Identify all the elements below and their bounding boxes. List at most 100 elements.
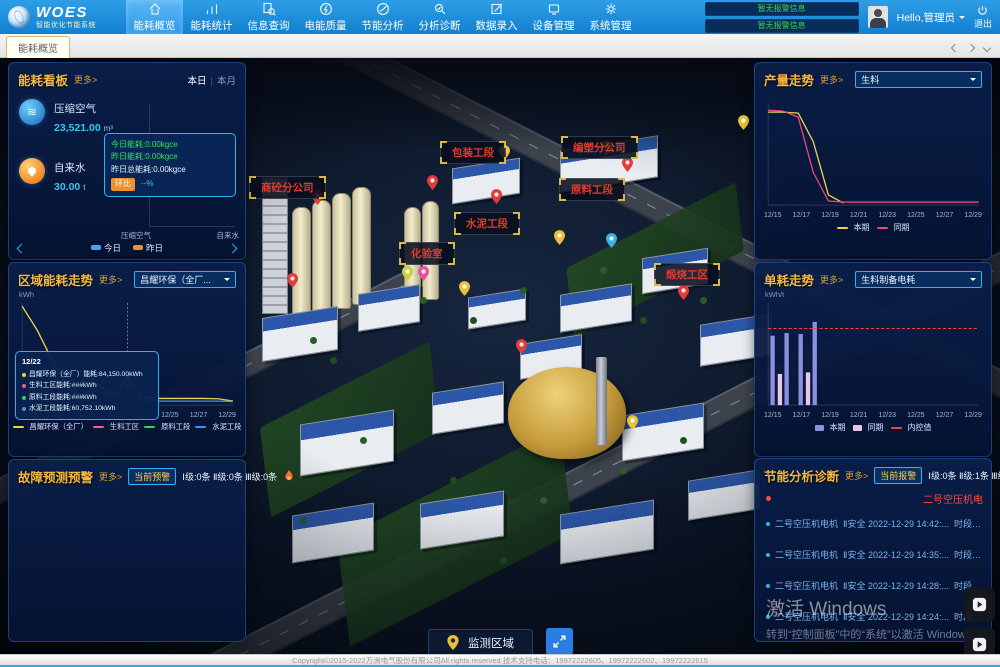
more-link[interactable]: 更多> bbox=[845, 469, 868, 482]
panel-title: 故障预测预警 bbox=[18, 467, 93, 486]
map-label[interactable]: 水泥工段 bbox=[454, 212, 520, 235]
map-pin-icon[interactable] bbox=[427, 175, 438, 195]
axis-tick: 12/19 bbox=[821, 212, 839, 219]
tooltip-yesterday: 昨日能耗:0.00kgce bbox=[111, 151, 229, 163]
legend-item[interactable]: 同期 bbox=[853, 422, 884, 433]
region-select-value: 昌耀环保（全厂... bbox=[140, 273, 211, 286]
legend-item[interactable]: 本期 bbox=[837, 222, 870, 233]
map-pin-icon[interactable] bbox=[287, 273, 298, 293]
more-link[interactable]: 更多> bbox=[99, 273, 122, 286]
tooltip-line: 水泥工段能耗:60,752.10kWh bbox=[29, 403, 116, 415]
nav-item-6[interactable]: 分析诊断 bbox=[411, 0, 468, 34]
legend-item[interactable]: 本期 bbox=[815, 422, 846, 433]
map-pin-icon[interactable] bbox=[627, 415, 638, 435]
alarm-info-box[interactable]: 暂无报警信息 bbox=[705, 2, 859, 16]
map-pin-icon[interactable] bbox=[622, 157, 633, 177]
map-pin-icon[interactable] bbox=[554, 230, 565, 250]
alarm-marquee: 二号空压机电 bbox=[766, 491, 983, 506]
panel-title: 单耗走势 bbox=[764, 270, 814, 289]
legend-item[interactable]: 今日 bbox=[91, 242, 121, 254]
alarm-list: 二号空压机电 二号空压机电机Ⅱ安全 2022-12-29 14:42:...时段… bbox=[766, 491, 983, 635]
panel-title: 产量走势 bbox=[764, 70, 814, 89]
user-avatar[interactable] bbox=[868, 6, 888, 28]
flame-icon bbox=[283, 470, 295, 483]
map-label[interactable]: 编塑分公司 bbox=[561, 136, 638, 159]
alarm-row[interactable]: 二号空压机电机Ⅱ安全 2022-12-29 14:35:...时段超限-关... bbox=[766, 548, 983, 561]
map-label-text: 原料工段 bbox=[571, 184, 613, 196]
legend-item[interactable]: 同期 bbox=[877, 222, 910, 233]
floating-tool-button[interactable] bbox=[964, 627, 995, 654]
map-pin-icon[interactable] bbox=[516, 339, 527, 359]
map-label[interactable]: 化验室 bbox=[399, 242, 455, 265]
toggle-month[interactable]: 本月 bbox=[217, 76, 236, 87]
silo bbox=[312, 200, 331, 314]
legend-swatch bbox=[144, 426, 155, 428]
map-label[interactable]: 商砼分公司 bbox=[249, 176, 326, 199]
floating-tool-button[interactable] bbox=[964, 587, 995, 622]
tab-scroll-right-icon[interactable] bbox=[967, 44, 975, 52]
nav-item-3[interactable]: 信息查询 bbox=[240, 0, 297, 34]
alarm-info-box[interactable]: 暂无报警信息 bbox=[705, 19, 859, 33]
legend-label: 今日 bbox=[104, 243, 121, 253]
nav-item-9[interactable]: 系统管理 bbox=[582, 0, 639, 34]
nav-item-2[interactable]: 能耗统计 bbox=[183, 0, 240, 34]
legend-item[interactable]: 内控值 bbox=[891, 422, 932, 433]
alarm-row[interactable]: 二号空压机电机Ⅱ安全 2022-12-29 14:28:...时段超限-关... bbox=[766, 579, 983, 592]
map-pin-icon[interactable] bbox=[606, 233, 617, 253]
compressed-air-icon: ≋ bbox=[19, 99, 45, 125]
bullet-dot-icon bbox=[766, 522, 770, 526]
tab-energy-overview[interactable]: 能耗概览 bbox=[6, 36, 70, 58]
more-link[interactable]: 更多> bbox=[820, 273, 843, 286]
map-label[interactable]: 煅烧工区 bbox=[654, 263, 720, 286]
region-select[interactable]: 昌耀环保（全厂... bbox=[134, 271, 236, 288]
more-link[interactable]: 更多> bbox=[99, 470, 122, 483]
logout-button[interactable]: 退出 bbox=[974, 5, 992, 30]
map-pin-icon[interactable] bbox=[418, 266, 429, 286]
map-label[interactable]: 包装工段 bbox=[440, 141, 506, 164]
building bbox=[420, 490, 504, 549]
toggle-day[interactable]: 本日 bbox=[188, 76, 207, 87]
map-pin-icon[interactable] bbox=[491, 189, 502, 209]
nav-item-7[interactable]: 数据录入 bbox=[468, 0, 525, 34]
alarm-level-counts: Ⅰ级:0条 Ⅱ级:1条 Ⅲ级:0条 bbox=[928, 469, 1000, 482]
map-label[interactable]: 原料工段 bbox=[559, 178, 625, 201]
day-month-toggle[interactable]: 本日|本月 bbox=[188, 73, 237, 87]
nav-icon bbox=[604, 2, 618, 16]
legend-item[interactable]: 原料工段 bbox=[144, 422, 190, 432]
map-label-text: 编塑分公司 bbox=[573, 142, 626, 154]
panel-title: 节能分析诊断 bbox=[764, 466, 839, 485]
tooltip-total: 昨日总能耗:0.00kgce bbox=[111, 164, 229, 176]
nav-item-4[interactable]: 电能质量 bbox=[297, 0, 354, 34]
map-pin-icon[interactable] bbox=[738, 115, 749, 135]
alarm-info-stack: 暂无报警信息 暂无报警信息 bbox=[705, 2, 859, 33]
alarm-meta: Ⅱ安全 2022-12-29 14:24:... bbox=[843, 610, 949, 623]
consumption-select[interactable]: 生料制备电耗 bbox=[855, 271, 982, 288]
map-pin-icon[interactable] bbox=[402, 266, 413, 286]
dome-storage bbox=[508, 367, 626, 459]
map-pin-icon[interactable] bbox=[678, 285, 689, 305]
legend-item[interactable]: 昌耀环保（全厂） bbox=[13, 422, 88, 432]
nav-icon bbox=[262, 2, 276, 16]
series-dot bbox=[22, 373, 26, 377]
tab-scroll-left-icon[interactable] bbox=[951, 44, 959, 52]
alarm-row[interactable]: 二号空压机电机Ⅱ安全 2022-12-29 14:42:...时段超限-关... bbox=[766, 517, 983, 530]
fullscreen-button[interactable] bbox=[546, 628, 573, 654]
alarm-row[interactable]: 二号空压机电机Ⅱ安全 2022-12-29 14:24:...时段超限-关... bbox=[766, 610, 983, 623]
product-select[interactable]: 生料 bbox=[855, 71, 982, 88]
map-pin-icon[interactable] bbox=[459, 281, 470, 301]
nav-label: 设备管理 bbox=[533, 18, 575, 33]
legend-item[interactable]: 昨日 bbox=[133, 242, 163, 254]
energy-item-air[interactable]: ≋ 压缩空气 23,521.00 m³ bbox=[19, 99, 141, 134]
legend-item[interactable]: 水泥工段 bbox=[195, 422, 241, 432]
legend-item[interactable]: 生料工区 bbox=[93, 422, 139, 432]
nav-item-5[interactable]: 节能分析 bbox=[354, 0, 411, 34]
more-link[interactable]: 更多> bbox=[820, 73, 843, 86]
more-link[interactable]: 更多> bbox=[74, 73, 97, 86]
nav-item-1[interactable]: 能耗概览 bbox=[126, 0, 183, 34]
logout-label: 退出 bbox=[974, 17, 992, 30]
nav-item-8[interactable]: 设备管理 bbox=[525, 0, 582, 34]
monitor-area-button[interactable]: 监测区域 bbox=[428, 629, 533, 654]
tab-menu-icon[interactable] bbox=[983, 44, 991, 52]
nav-label: 能耗概览 bbox=[134, 18, 176, 33]
user-menu[interactable]: Hello,管理员 bbox=[897, 10, 965, 25]
